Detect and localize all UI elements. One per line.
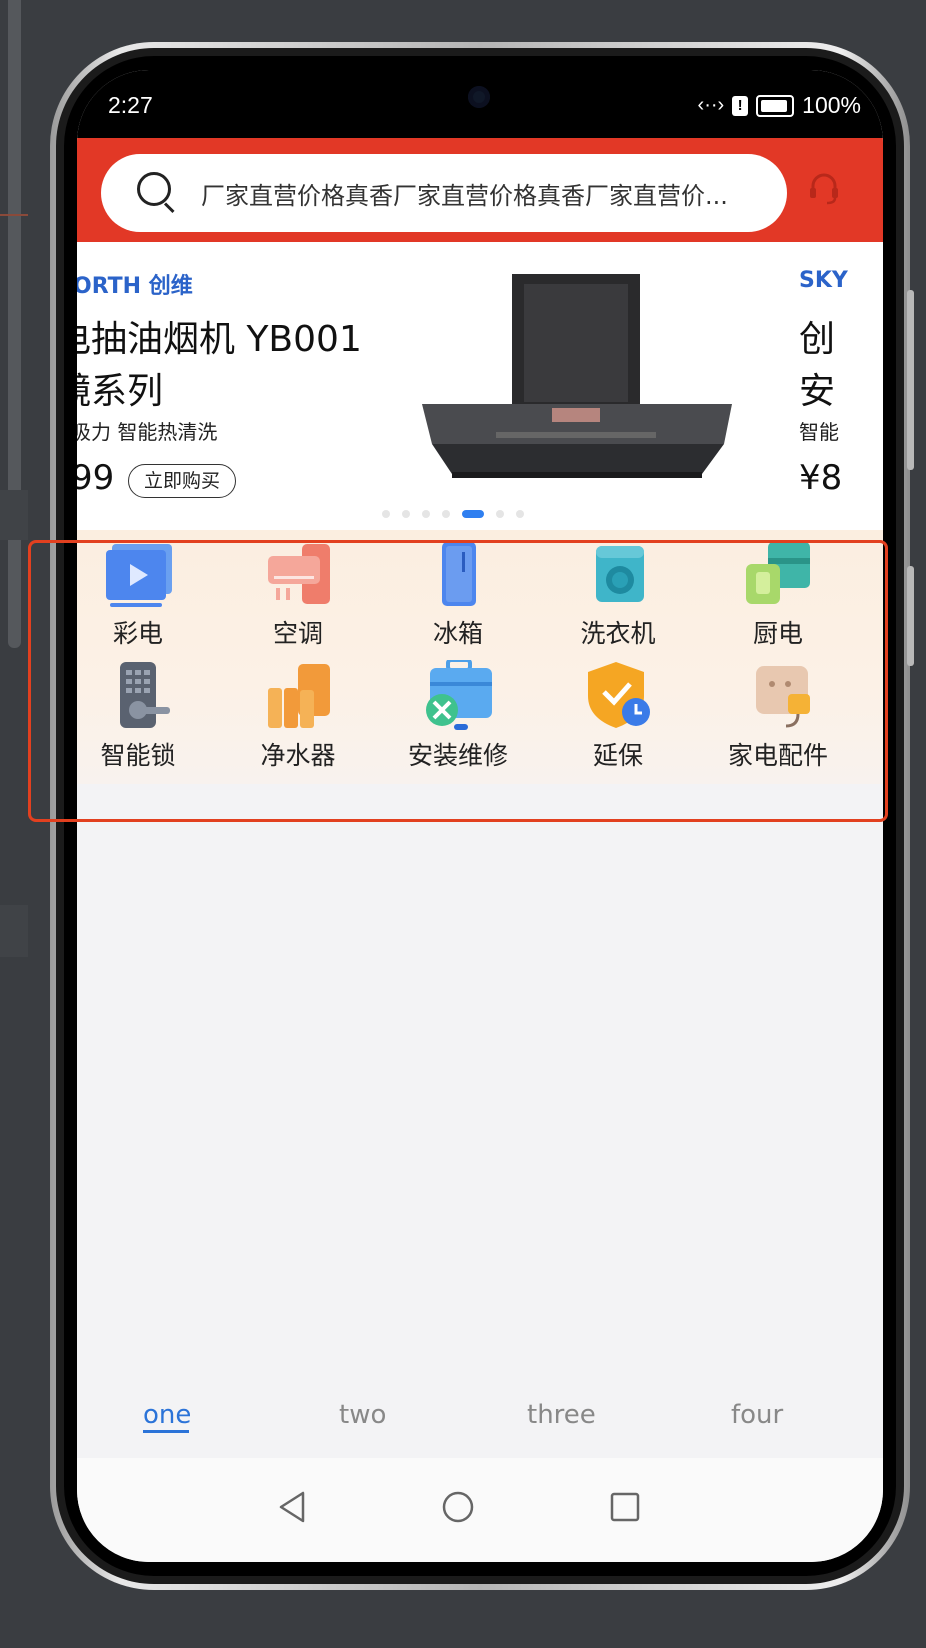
front-camera: [468, 86, 490, 108]
home-circle-icon[interactable]: [441, 1490, 475, 1524]
data-transfer-icon: ‹··›: [697, 94, 725, 116]
banner-next-features: 智能: [799, 420, 839, 444]
power-button: [907, 566, 914, 666]
page-dot[interactable]: [496, 510, 504, 518]
tab-two[interactable]: two: [339, 1400, 386, 1430]
search-placeholder: 厂家直营价格真香厂家直营价格真香厂家直营价...: [201, 182, 728, 210]
recents-square-icon[interactable]: [609, 1491, 641, 1523]
promo-banner[interactable]: ORTH 创维 电抽油烟机 YB001 镜系列 吸力 智能热清洗 99 立即购买…: [77, 242, 883, 530]
banner-next-price: ¥8: [799, 458, 843, 498]
battery-percentage: 100%: [802, 92, 861, 118]
selection-highlight-box: [28, 540, 888, 822]
ide-panel-block: [0, 490, 28, 540]
tab-four[interactable]: four: [731, 1400, 783, 1430]
page-dot-active[interactable]: [462, 510, 484, 518]
banner-next-title: 创: [799, 319, 836, 360]
back-triangle-icon[interactable]: [277, 1490, 307, 1524]
banner-product-features: 吸力 智能热清洗: [77, 420, 218, 444]
page-dot[interactable]: [442, 510, 450, 518]
status-icons: ‹··› ! 100%: [698, 92, 861, 119]
ide-divider: [0, 214, 28, 216]
tab-one[interactable]: one: [143, 1400, 191, 1430]
banner-next-series: 安: [799, 371, 836, 412]
tab-active-indicator: [143, 1430, 189, 1433]
banner-brand: ORTH 创维: [77, 274, 193, 299]
page-dot[interactable]: [422, 510, 430, 518]
tab-bar: one two three four: [77, 1390, 883, 1450]
ide-scrollbar[interactable]: [8, 0, 21, 648]
tab-three[interactable]: three: [527, 1400, 596, 1430]
battery-icon: [756, 94, 795, 117]
banner-product-series: 镜系列: [77, 371, 164, 412]
ide-panel-block: [0, 905, 28, 957]
search-bar[interactable]: 厂家直营价格真香厂家直营价格真香厂家直营价...: [101, 154, 787, 232]
search-icon: [137, 172, 171, 206]
alert-icon: !: [732, 95, 749, 116]
banner-product-title: 电抽油烟机 YB001: [77, 319, 362, 360]
status-bar: 2:27 ‹··› ! 100%: [77, 70, 883, 138]
status-time: 2:27: [108, 92, 153, 118]
banner-pagination[interactable]: [382, 510, 524, 518]
system-nav-bar: [77, 1458, 883, 1562]
page-dot[interactable]: [402, 510, 410, 518]
banner-next-brand: SKY: [799, 268, 848, 293]
volume-button: [907, 290, 914, 470]
page-dot[interactable]: [516, 510, 524, 518]
customer-service-icon[interactable]: [807, 172, 841, 206]
banner-price: 99: [77, 458, 115, 498]
buy-now-button[interactable]: 立即购买: [128, 464, 236, 498]
page-dot[interactable]: [382, 510, 390, 518]
range-hood-image: [422, 274, 732, 478]
